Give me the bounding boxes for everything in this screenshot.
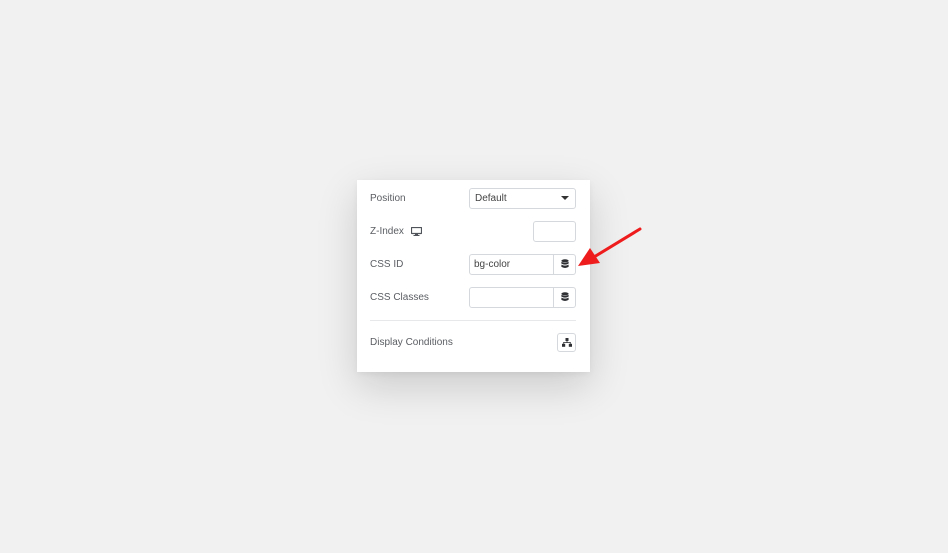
screen: Position Default Z-Index CSS ID bg-color… — [0, 0, 948, 553]
sitemap-icon — [561, 337, 572, 347]
css-classes-row: CSS Classes — [370, 286, 576, 308]
display-conditions-label: Display Conditions — [370, 336, 453, 348]
zindex-row: Z-Index — [370, 220, 576, 242]
css-classes-label: CSS Classes — [370, 291, 429, 303]
css-classes-dynamic-tags-button[interactable] — [553, 287, 575, 307]
chevron-down-icon — [561, 196, 569, 200]
red-arrow-annotation — [578, 227, 642, 266]
zindex-label-group: Z-Index — [370, 226, 422, 237]
position-select[interactable]: Default — [469, 187, 576, 209]
zindex-input[interactable] — [533, 220, 576, 242]
section-divider — [370, 320, 576, 321]
display-conditions-button[interactable] — [557, 332, 576, 352]
css-id-dynamic-tags-button[interactable] — [553, 254, 575, 274]
display-conditions-row: Display Conditions — [370, 331, 576, 353]
zindex-label: Z-Index — [370, 225, 404, 237]
desktop-icon[interactable] — [410, 226, 422, 236]
css-id-row: CSS ID — [370, 253, 576, 275]
css-id-label: CSS ID — [370, 258, 404, 270]
database-icon — [560, 259, 569, 268]
css-id-field-group — [469, 253, 576, 275]
advanced-settings-panel: Position Default Z-Index CSS ID bg-color… — [357, 180, 590, 372]
css-classes-field-group — [469, 286, 576, 308]
database-icon — [560, 292, 569, 301]
css-id-input[interactable] — [470, 254, 553, 274]
position-selected-value: Default — [475, 192, 507, 204]
position-row: Position Default — [370, 187, 576, 209]
css-classes-input[interactable] — [470, 287, 553, 307]
position-label: Position — [370, 192, 406, 204]
